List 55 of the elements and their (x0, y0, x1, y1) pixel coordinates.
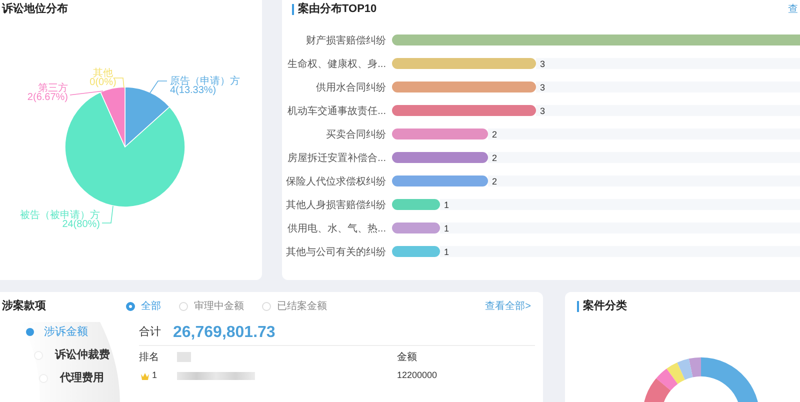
bar-value: 3 (540, 106, 546, 116)
slice-label: 第三方 (38, 83, 68, 94)
bar-label: 财产损害赔偿纠纷 (306, 36, 386, 46)
slice-label: 其他 (93, 68, 113, 79)
card-title: 诉讼地位分布 (2, 2, 68, 17)
bar-label: 机动车交通事故责任... (288, 106, 386, 117)
column-header: 金额 (397, 350, 417, 364)
total-label: 合计 (139, 325, 161, 340)
total-amount: 26,769,801.73 (173, 322, 276, 342)
slice-label: 原告（申请）方 (170, 76, 240, 87)
amount-cell-text: 12200000 (397, 369, 438, 382)
radio-icon (126, 302, 135, 310)
bar-value: 3 (540, 59, 546, 69)
bar-value: 2 (492, 130, 498, 140)
filter-radio[interactable]: 全部 (126, 298, 161, 314)
slice-value: 2(6.67%) (27, 92, 68, 103)
bar-label: 房屋拆迁安置补偿合... (288, 153, 386, 164)
menu-item[interactable]: 涉诉金额 (26, 324, 130, 340)
view-all-link[interactable]: 查看全部> (485, 298, 531, 314)
filter-radio[interactable]: 审理中金额 (179, 298, 244, 314)
bar-value: 1 (444, 200, 450, 210)
bar-label: 买卖合同纠纷 (326, 130, 386, 140)
card-title: 案由分布TOP10 (298, 1, 377, 17)
bar-value: 2 (492, 153, 498, 163)
card-title: 涉案款项 (2, 298, 47, 314)
bar-label: 供用电、水、气、热... (288, 224, 386, 234)
blurred-text (177, 352, 191, 362)
radio-icon (179, 302, 188, 310)
radio-icon (262, 302, 271, 310)
bar-label: 供用水合同纠纷 (316, 82, 386, 94)
leader-line (102, 206, 114, 224)
card-title: 案件分类 (583, 298, 627, 314)
bar-label: 保险人代位求偿权纠纷 (286, 176, 386, 188)
title-accent (292, 4, 294, 14)
bar-value: 3 (540, 82, 546, 92)
leader-line (150, 80, 168, 94)
bar-label: 其他人身损害赔偿纠纷 (286, 200, 386, 211)
bar-value: 2 (492, 176, 498, 186)
view-link[interactable]: 查 (788, 2, 798, 16)
slice-value: 0(0%) (90, 77, 116, 88)
menu-item[interactable]: 代理费用 (39, 370, 130, 386)
bar-value: 1 (444, 224, 450, 234)
menu-item[interactable]: 诉讼仲裁费 (34, 347, 130, 363)
column-header: 排名 (139, 350, 160, 364)
title-accent (577, 300, 579, 312)
bar-value: 1 (444, 247, 450, 257)
crown-icon (141, 372, 149, 380)
filter-radio[interactable]: 已结案金额 (262, 298, 327, 314)
rank-number: 1 (152, 369, 158, 382)
slice-label: 被告（被申请）方 (20, 210, 100, 221)
slice-value: 24(80%) (62, 219, 100, 230)
bar-label: 其他与公司有关的纠纷 (286, 247, 386, 258)
bar-label: 生命权、健康权、身... (288, 59, 386, 70)
leader-line (70, 90, 104, 96)
slice-value: 4(13.33%) (170, 85, 216, 96)
